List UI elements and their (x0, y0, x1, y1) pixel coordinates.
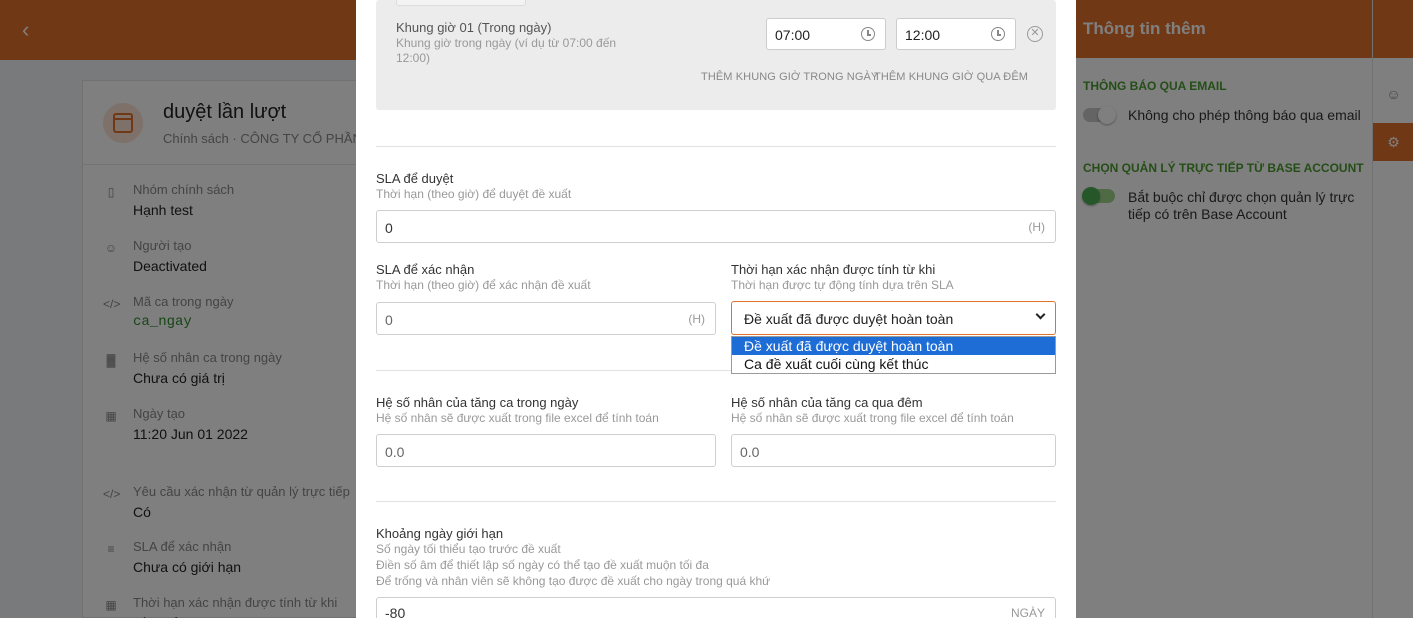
ot-day-input[interactable]: 0.0 (376, 434, 716, 467)
sla-approve-value: 0 (385, 220, 393, 236)
time-slot-description: Khung giờ trong ngày (ví dụ từ 07:00 đến… (396, 36, 617, 65)
confirm-from-select[interactable]: Đề xuất đã được duyệt hoàn toàn (731, 301, 1056, 335)
ot-night-hint: Hệ số nhân sẽ được xuất trong file excel… (731, 411, 1014, 425)
day-limit-unit: NGÀY (1010, 606, 1045, 618)
slot-tab-edge (396, 0, 526, 6)
time-slot-card: Khung giờ 01 (Trong ngày) Khung giờ tron… (376, 0, 1056, 110)
sla-approve-input[interactable]: 0 (H) (376, 210, 1056, 243)
slot-start-time-input[interactable]: 07:00 (766, 18, 886, 50)
day-limit-value: -80 (385, 605, 406, 618)
day-limit-input[interactable]: -80 NGÀY (376, 597, 1056, 618)
day-limit-label: Khoảng ngày giới hạn (376, 526, 504, 541)
day-limit-hint-2: Điền số âm để thiết lập số ngày có thể t… (376, 558, 709, 572)
ot-night-input[interactable]: 0.0 (731, 434, 1056, 467)
confirm-from-hint: Thời hạn được tự động tính dựa trên SLA (731, 278, 954, 292)
confirm-from-label: Thời hạn xác nhận được tính từ khi (731, 262, 936, 277)
day-limit-hint-1: Số ngày tối thiểu tạo trước đề xuất (376, 542, 561, 556)
sla-confirm-input[interactable]: 0 (H) (376, 302, 716, 335)
ot-day-placeholder: 0.0 (385, 444, 405, 460)
divider (376, 146, 1056, 147)
ot-day-hint: Hệ số nhân sẽ được xuất trong file excel… (376, 411, 659, 425)
day-limit-hint-3: Để trống và nhân viên sẽ không tạo được … (376, 574, 771, 588)
sla-confirm-hint: Thời hạn (theo giờ) để xác nhận đề xuất (376, 278, 591, 292)
sla-confirm-unit: (H) (688, 312, 705, 326)
sla-approve-hint: Thời hạn (theo giờ) để duyệt đề xuất (376, 187, 572, 201)
clock-icon (861, 27, 875, 41)
divider (376, 501, 1056, 502)
sla-confirm-placeholder: 0 (385, 312, 393, 328)
slot-end-time-input[interactable]: 12:00 (896, 18, 1016, 50)
chevron-down-icon (1035, 309, 1046, 320)
slot-start-time-value: 07:00 (775, 27, 811, 43)
ot-night-label: Hệ số nhân của tăng ca qua đêm (731, 395, 923, 410)
sla-approve-label: SLA để duyệt (376, 171, 454, 186)
remove-slot-icon[interactable]: ✕ (1027, 26, 1043, 42)
sla-approve-unit: (H) (1028, 220, 1045, 234)
clock-icon (991, 27, 1005, 41)
confirm-from-selected: Đề xuất đã được duyệt hoàn toàn (744, 311, 954, 327)
dropdown-option[interactable]: Ca đề xuất cuối cùng kết thúc (732, 355, 1055, 373)
time-slot-title: Khung giờ 01 (Trong ngày) (396, 20, 552, 35)
slot-end-time-value: 12:00 (905, 27, 941, 43)
dropdown-option[interactable]: Đề xuất đã được duyệt hoàn toàn (732, 337, 1055, 355)
add-night-slot-link[interactable]: THÊM KHUNG GIỜ QUA ĐÊM (874, 71, 1028, 83)
confirm-from-dropdown: Đề xuất đã được duyệt hoàn toàn Ca đề xu… (731, 336, 1056, 374)
sla-confirm-label: SLA để xác nhận (376, 262, 475, 277)
policy-settings-modal: Khung giờ 01 (Trong ngày) Khung giờ tron… (356, 0, 1076, 618)
add-day-slot-link[interactable]: THÊM KHUNG GIỜ TRONG NGÀY (701, 71, 878, 83)
ot-night-placeholder: 0.0 (740, 444, 760, 460)
ot-day-label: Hệ số nhân của tăng ca trong ngày (376, 395, 579, 410)
